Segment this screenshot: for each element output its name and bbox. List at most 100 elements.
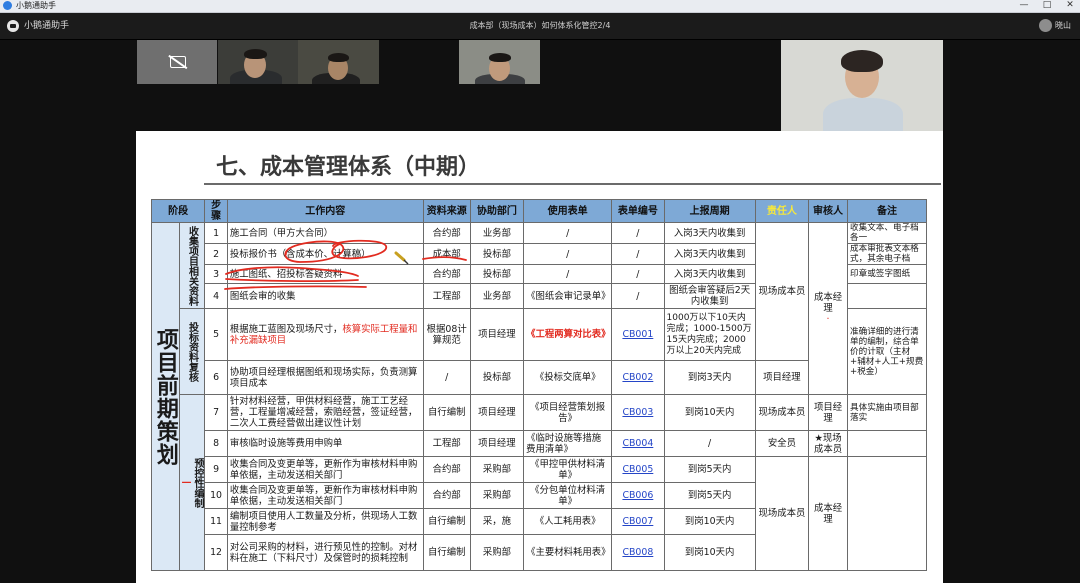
report-period: / (663, 430, 756, 457)
source: 工程部 (422, 283, 471, 309)
source: / (422, 360, 471, 395)
work-content: 协助项目经理根据图纸和现场实际，负责测算项目成本 (226, 360, 424, 395)
form-code[interactable]: CB008 (611, 534, 665, 571)
work-content: 编制项目使用人工数量及分析，供现场人工数量控制参考 (226, 508, 424, 535)
responsible: 现场成本员 (754, 394, 810, 431)
user-name: 晓山 (1055, 21, 1071, 30)
note (847, 283, 927, 309)
header-note: 备注 (847, 199, 927, 223)
table-row: 8 审核临时设施等费用申购单 工程部 项目经理 《临时设施等措施费用清单》 CB… (152, 430, 927, 457)
assist-dept: 项目经理 (469, 394, 525, 431)
source: 自行编制 (422, 534, 471, 571)
app-logo-icon (3, 1, 12, 10)
note (847, 430, 927, 457)
avatar[interactable] (1039, 19, 1052, 32)
form-name: / (523, 243, 613, 265)
cost-management-table: 阶段 步骤 工作内容 资料来源 协助部门 使用表单 表单编号 上报周期 责任人 … (150, 199, 927, 571)
video-tile-participant-1[interactable] (218, 40, 298, 84)
camera-off-icon (170, 56, 186, 68)
header-responsible: 责任人 (754, 199, 810, 223)
maximize-button[interactable]: □ (1039, 0, 1055, 11)
group-label-collect: 收集项目相关资料 (178, 222, 206, 309)
source: 合约部 (422, 264, 471, 284)
video-tile-camera-off[interactable] (137, 40, 217, 84)
reviewer: 成本经理 (808, 456, 848, 571)
step-number: 1 (204, 222, 228, 244)
meeting-header: 小鹅通助手 成本部（现场成本）如何体系化管控2/4 晓山 (0, 13, 1080, 40)
step-number: 10 (204, 482, 228, 509)
report-period: 图纸会审答疑后2天内收集到 (663, 283, 756, 309)
form-name: 《临时设施等措施费用清单》 (523, 430, 613, 457)
title-divider (204, 183, 941, 185)
source: 自行编制 (422, 394, 471, 431)
work-content: 根据施工蓝图及现场尺寸，核算实际工程量和补充漏缺项目 (226, 308, 424, 361)
assist-dept: 业务部 (469, 283, 525, 309)
responsible: 安全员 (754, 430, 810, 457)
step-number: 9 (204, 456, 228, 483)
step-number: 3 (204, 264, 228, 284)
header-period: 上报周期 (663, 199, 756, 223)
report-period: 到岗5天内 (663, 482, 756, 509)
form-code: / (611, 283, 665, 309)
meeting-stage: 七、成本管理体系（中期） 阶段 步骤 工作内容 资料来源 协助部门 使用表单 表… (0, 40, 1080, 583)
header-step: 步骤 (204, 199, 228, 223)
assist-dept: 项目经理 (469, 308, 525, 361)
report-period: 到岗10天内 (663, 534, 756, 571)
form-code[interactable]: CB007 (611, 508, 665, 535)
report-period: 入岗3天内收集到 (663, 243, 756, 265)
report-period: 到岗10天内 (663, 394, 756, 431)
table-row: 预控性编制 — 7 针对材料经营，甲供材料经营，施工工艺经营，工程量增减经营，索赔… (152, 394, 927, 571)
shared-slide: 七、成本管理体系（中期） 阶段 步骤 工作内容 资料来源 协助部门 使用表单 表… (136, 131, 943, 583)
assist-dept: 项目经理 (469, 430, 525, 457)
form-code[interactable]: CB001 (611, 308, 665, 361)
minimize-button[interactable]: — (1016, 0, 1032, 11)
work-content: 收集合同及变更单等，更新作为审核材料申购单依据，主动发送相关部门 (226, 456, 424, 483)
source: 合约部 (422, 456, 471, 483)
assist-dept: 采购部 (469, 534, 525, 571)
work-content: 审核临时设施等费用申购单 (226, 430, 424, 457)
assist-dept: 业务部 (469, 222, 525, 244)
report-period: 入岗3天内收集到 (663, 264, 756, 284)
video-tile-participant-2[interactable] (298, 40, 379, 84)
source: 成本部 (422, 243, 471, 265)
work-content: 对公司采购的材料，进行预见性的控制。对材料在施工（下料尺寸）及保管时的损耗控制 (226, 534, 424, 571)
form-code[interactable]: CB003 (611, 394, 665, 431)
form-name: / (523, 222, 613, 244)
note: 印章或签字图纸 (847, 264, 927, 284)
source: 工程部 (422, 430, 471, 457)
form-name: / (523, 264, 613, 284)
form-code[interactable]: CB002 (611, 360, 665, 395)
close-button[interactable]: ✕ (1062, 0, 1078, 11)
header-reviewer: 审核人 (808, 199, 848, 223)
assist-dept: 采购部 (469, 456, 525, 483)
form-code[interactable]: CB004 (611, 430, 665, 457)
header-content: 工作内容 (226, 199, 424, 223)
note: 具体实施由项目部落实 (847, 394, 927, 431)
work-content: 施工图纸、招投标答疑资料 (226, 264, 424, 284)
header-form: 使用表单 (523, 199, 613, 223)
header-stage: 阶段 (150, 199, 206, 223)
video-tile-participant-3[interactable] (459, 40, 540, 84)
stage-label: 项目前期策划 (151, 222, 180, 571)
video-tile-speaker[interactable] (781, 40, 943, 131)
work-content: 图纸会审的收集 (226, 283, 424, 309)
assist-dept: 采，施 (469, 508, 525, 535)
form-name: 《分包单位材料清单》 (523, 482, 613, 509)
work-content: 收集合同及变更单等，更新作为审核材料申购单依据，主动发送相关部门 (226, 482, 424, 509)
report-period: 1000万以下10天内完成；1000-1500万15天内完成；2000万以上20… (663, 308, 756, 361)
form-code[interactable]: CB006 (611, 482, 665, 509)
step-number: 2 (204, 243, 228, 265)
work-content: 投标报价书（含成本价、计算稿） (226, 243, 424, 265)
step-number: 6 (204, 360, 228, 395)
report-period: 入岗3天内收集到 (663, 222, 756, 244)
form-name: 《主要材料耗用表》 (523, 534, 613, 571)
form-code[interactable]: CB005 (611, 456, 665, 483)
source: 自行编制 (422, 508, 471, 535)
report-period: 到岗10天内 (663, 508, 756, 535)
source: 根据08计算规范 (422, 308, 471, 361)
slide-title: 七、成本管理体系（中期） (216, 155, 481, 180)
meeting-title: 成本部（现场成本）如何体系化管控2/4 (469, 21, 611, 30)
source: 合约部 (422, 222, 471, 244)
form-name: 《项目经营策划报告》 (523, 394, 613, 431)
form-name: 《图纸会审记录单》 (523, 283, 613, 309)
